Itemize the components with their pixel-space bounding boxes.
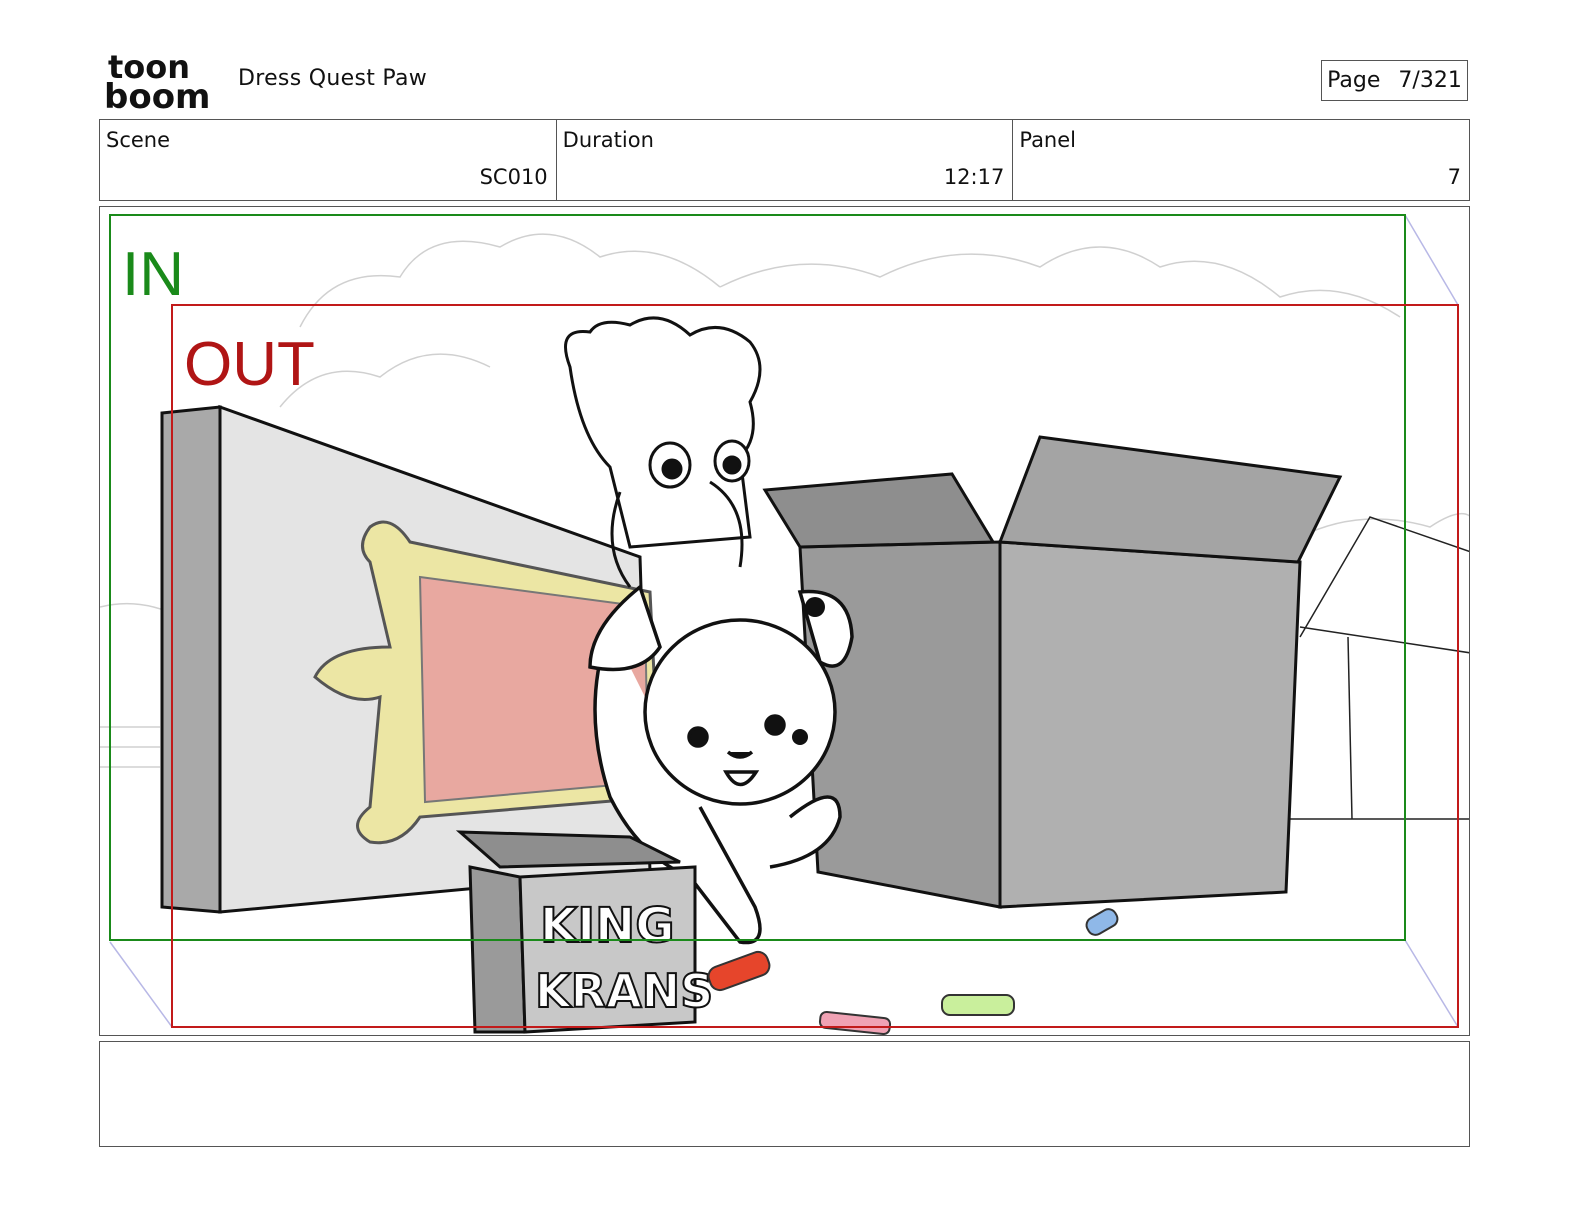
logo-text-bottom: boom xyxy=(104,77,210,112)
scene-value: SC010 xyxy=(479,165,548,189)
info-table: Scene SC010 Duration 12:17 Panel 7 xyxy=(99,119,1470,201)
panel-cell: Panel 7 xyxy=(1013,120,1469,200)
panel-artwork: KING KRANS IN OUT xyxy=(100,214,1469,1035)
notes-box xyxy=(99,1041,1470,1147)
in-label: IN xyxy=(122,240,184,309)
project-title: Dress Quest Paw xyxy=(238,66,428,91)
crayons xyxy=(707,908,1119,1035)
scene-cell: Scene SC010 xyxy=(100,120,557,200)
panel-label: Panel xyxy=(1019,128,1076,152)
duration-value: 12:17 xyxy=(943,165,1005,189)
out-label: OUT xyxy=(184,330,315,399)
cardboard-box xyxy=(762,435,1343,909)
storyboard-panel: KING KRANS IN OUT xyxy=(99,206,1470,1036)
page-value: 7/321 xyxy=(1398,68,1462,93)
background-structure xyxy=(1290,516,1469,820)
duration-cell: Duration 12:17 xyxy=(557,120,1014,200)
toon-boom-logo: toon boom xyxy=(104,48,214,117)
cereal-box-text-line1: KING xyxy=(540,898,675,954)
cereal-box-text-line2: KRANS xyxy=(535,964,713,1018)
page-label: Page xyxy=(1327,68,1381,93)
cereal-box: KING KRANS xyxy=(455,830,714,1034)
duration-label: Duration xyxy=(562,128,654,152)
scene-label: Scene xyxy=(106,128,171,152)
page-indicator: Page 7/321 xyxy=(1321,60,1468,101)
panel-value: 7 xyxy=(1447,165,1462,189)
